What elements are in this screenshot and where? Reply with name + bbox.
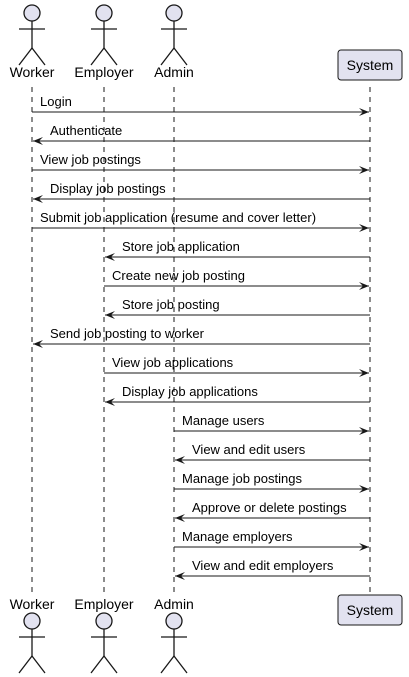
message-label: Store job application <box>122 239 240 254</box>
actor-worker-bottom-leg-right <box>31 655 46 674</box>
message-label: Display job applications <box>122 384 258 399</box>
message-label: Store job posting <box>122 297 220 312</box>
message-label: View job postings <box>40 152 141 167</box>
message-label: Authenticate <box>50 123 122 138</box>
actor-worker-bottom-leg-left <box>18 655 33 674</box>
message-label: Manage job postings <box>182 471 302 486</box>
message-label: Display job postings <box>50 181 166 196</box>
participant-label-worker-bottom: Worker <box>10 596 55 612</box>
actor-admin-top-leg-right <box>173 47 188 66</box>
actor-employer-top-leg-right <box>103 47 118 66</box>
actor-worker-bottom-head <box>23 612 41 630</box>
message-label: Submit job application (resume and cover… <box>40 210 316 225</box>
message-label: Approve or delete postings <box>192 500 347 515</box>
participant-label-worker-top: Worker <box>10 64 55 80</box>
message-label: Manage employers <box>182 529 293 544</box>
message-label: Send job posting to worker <box>50 326 205 341</box>
message-label: Create new job posting <box>112 268 245 283</box>
participant-label-admin-bottom: Admin <box>154 596 194 612</box>
actor-employer-top-leg-left <box>90 47 105 66</box>
actor-employer-bottom-head <box>95 612 113 630</box>
message-label: View and edit employers <box>192 558 334 573</box>
actor-admin-bottom-leg-right <box>173 655 188 674</box>
actor-worker-top-leg-right <box>31 47 46 66</box>
message-label: Login <box>40 94 72 109</box>
actor-admin-top-head <box>165 4 183 22</box>
participant-label-system-bottom: System <box>347 602 394 618</box>
actor-worker-top-leg-left <box>18 47 33 66</box>
participant-label-employer-bottom: Employer <box>74 596 133 612</box>
message-label: Manage users <box>182 413 265 428</box>
message-label: View job applications <box>112 355 234 370</box>
actor-employer-bottom-leg-right <box>103 655 118 674</box>
participant-label-admin-top: Admin <box>154 64 194 80</box>
actor-admin-bottom-head <box>165 612 183 630</box>
message-label: View and edit users <box>192 442 306 457</box>
actor-worker-top-head <box>23 4 41 22</box>
participant-label-employer-top: Employer <box>74 64 133 80</box>
actor-admin-bottom-leg-left <box>160 655 175 674</box>
actor-admin-top-leg-left <box>160 47 175 66</box>
sequence-diagram: Worker Worker Employer Employer Admin Admin Sy… <box>10 4 403 674</box>
participant-label-system-top: System <box>347 57 394 73</box>
actor-employer-top-head <box>95 4 113 22</box>
actor-employer-bottom-leg-left <box>90 655 105 674</box>
